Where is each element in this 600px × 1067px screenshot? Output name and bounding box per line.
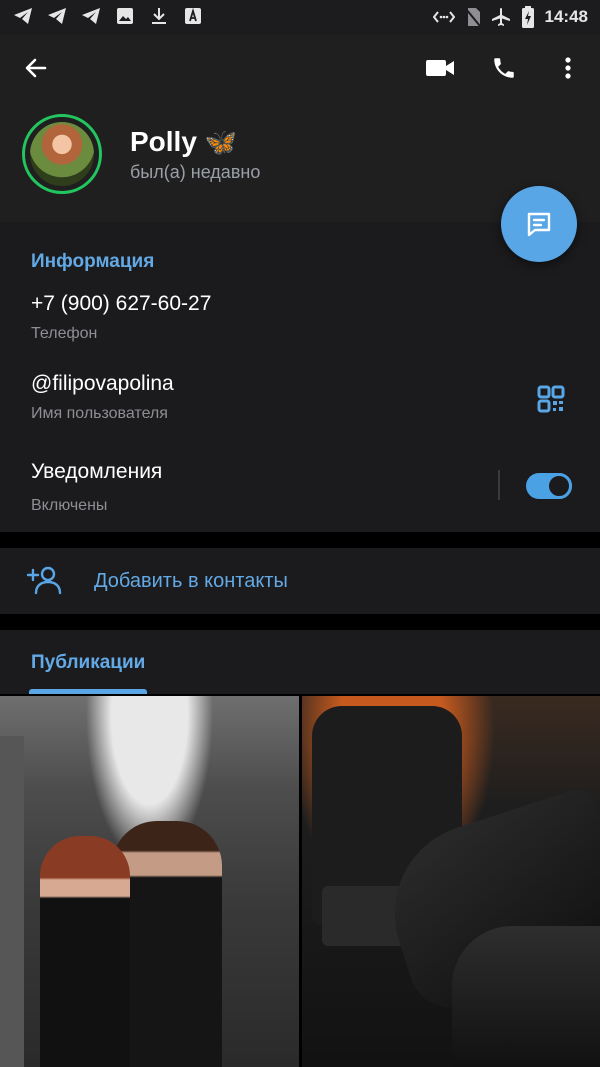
telegram-notification-icon [46,6,68,26]
photo-detail [452,926,600,1067]
add-to-contacts-label: Добавить в контакты [94,570,288,592]
contact-name: Polly [130,126,197,157]
status-bar: 14:48 [0,0,600,34]
phone-icon [494,58,514,78]
system-icons: 14:48 [432,6,588,28]
photo-detail [40,836,130,1067]
media-grid [0,696,600,1067]
airplane-mode-icon [491,8,510,26]
add-user-icon [26,566,62,595]
username-value: @filipovapolina [31,372,174,395]
tab-publications[interactable]: Публикации [31,652,145,674]
battery-charging-icon [521,6,534,28]
name-row: Polly 🦋 [130,126,237,158]
media-thumbnail-car[interactable] [302,696,600,1067]
avatar[interactable] [22,114,102,194]
butterfly-emoji: 🦋 [204,126,238,157]
image-notification-icon [114,6,136,26]
translate-notification-icon [182,6,204,26]
notifications-title: Уведомления [31,460,163,483]
tab-indicator [29,689,147,694]
phone-label: Телефон [31,325,98,342]
data-saver-icon [432,11,455,23]
voice-call-button[interactable] [484,48,524,88]
video-camera-icon [426,60,454,76]
avatar-photo [30,122,94,186]
clock: 14:48 [544,7,588,26]
message-icon [527,212,551,237]
notification-icons [12,6,204,26]
phone-value: +7 (900) 627-60-27 [31,292,212,315]
last-seen-status: был(а) недавно [130,162,261,182]
media-thumbnail-elevator[interactable] [0,696,299,1067]
arrow-left-icon [25,58,47,78]
telegram-notification-icon [80,6,102,26]
photo-detail [0,736,24,1067]
telegram-notification-icon [12,6,34,26]
toggle-knob [546,473,572,499]
notifications-state: Включены [31,497,108,514]
info-section: Информация +7 (900) 627-60-27 Телефон @f… [0,222,600,532]
video-call-button[interactable] [420,48,460,88]
no-sim-icon [464,8,481,27]
add-to-contacts-row[interactable]: Добавить в контакты [0,548,600,614]
message-fab-button[interactable] [501,186,577,262]
notifications-toggle[interactable] [526,473,572,499]
profile-header: Polly 🦋 был(а) недавно [0,34,600,222]
info-section-title: Информация [31,251,155,272]
back-button[interactable] [16,48,56,88]
publications-tabs: Публикации [0,630,600,694]
more-options-button[interactable] [548,48,588,88]
qr-code-icon[interactable] [536,384,566,414]
download-notification-icon [148,6,170,26]
more-vertical-icon [565,57,571,79]
username-label: Имя пользователя [31,405,168,422]
toggle-divider [498,470,500,500]
